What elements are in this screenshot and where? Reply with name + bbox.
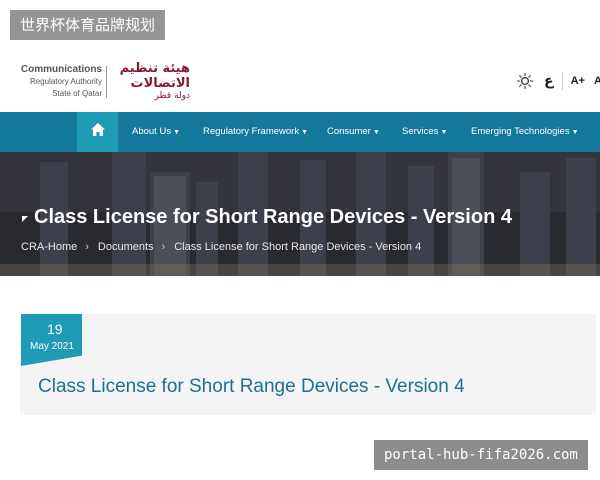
- home-icon: [90, 122, 106, 142]
- caret-down-icon: ▼: [571, 129, 579, 136]
- tools-divider: [561, 72, 563, 90]
- chevron-right-icon: ›: [85, 241, 89, 253]
- nav-item-label: About Us: [132, 126, 172, 137]
- breadcrumb-current: Class License for Short Range Devices - …: [174, 241, 422, 253]
- logo-ar-line-1: هيئة تنظيم: [119, 61, 190, 76]
- main-nav: About Us ▼ Regulatory Framework ▼ Consumer…: [0, 112, 600, 152]
- nav-item-services[interactable]: Services ▼: [402, 112, 447, 152]
- home-button[interactable]: [77, 112, 118, 152]
- brightness-icon[interactable]: [516, 72, 534, 90]
- language-toggle[interactable]: ع: [544, 73, 554, 89]
- overlay-tag: 世界杯体育品牌规划: [10, 10, 166, 40]
- article-title[interactable]: Class License for Short Range Devices - …: [38, 376, 465, 398]
- url-watermark: portal-hub-fifa2026.com: [374, 440, 588, 470]
- logo-ar-line-3: دولة قطر: [154, 91, 190, 101]
- page-title: Class License for Short Range Devices - …: [34, 206, 512, 228]
- header-tools: ع A+ A: [516, 70, 600, 92]
- caret-down-icon: ▼: [301, 129, 309, 136]
- font-size-button[interactable]: A: [594, 75, 600, 87]
- caret-down-icon: ▼: [372, 129, 380, 136]
- nav-item-label: Consumer: [327, 126, 371, 137]
- logo-divider: [106, 66, 107, 98]
- chevron-right-icon: ›: [161, 241, 166, 253]
- date-day: 19: [47, 321, 63, 337]
- page-hero: Class License for Short Range Devices - …: [0, 152, 600, 276]
- title-corner-mark: [22, 216, 28, 222]
- site-header: Communications Regulatory Authority Stat…: [0, 40, 600, 112]
- breadcrumb: CRA-Home › Documents › Class License for…: [21, 241, 421, 253]
- nav-item-label: Services: [402, 126, 439, 137]
- date-month-year: May 2021: [30, 341, 74, 352]
- nav-item-label: Regulatory Framework: [203, 126, 300, 137]
- logo-ar-line-2: الاتصالات: [130, 76, 190, 91]
- nav-item-consumer[interactable]: Consumer ▼: [327, 112, 380, 152]
- logo-arabic[interactable]: هيئة تنظيم الاتصالات دولة قطر: [110, 62, 190, 102]
- nav-item-about-us[interactable]: About Us ▼: [132, 112, 180, 152]
- logo-line-2: Regulatory Authority: [29, 77, 102, 86]
- breadcrumb-documents-link[interactable]: Documents: [98, 241, 154, 253]
- nav-item-emerging-technologies[interactable]: Emerging Technologies ▼: [471, 112, 579, 152]
- breadcrumb-home-link[interactable]: CRA-Home: [21, 241, 77, 253]
- nav-item-label: Emerging Technologies: [471, 126, 570, 137]
- nav-item-regulatory-framework[interactable]: Regulatory Framework ▼: [203, 112, 308, 152]
- caret-down-icon: ▼: [173, 129, 181, 136]
- logo-line-3: State of Qatar: [52, 89, 102, 98]
- caret-down-icon: ▼: [440, 129, 448, 136]
- article-card: [20, 314, 596, 415]
- font-increase-button[interactable]: A+: [571, 75, 585, 87]
- logo-english[interactable]: Communications Regulatory Authority Stat…: [20, 64, 102, 100]
- logo-line-1: Communications: [20, 64, 102, 75]
